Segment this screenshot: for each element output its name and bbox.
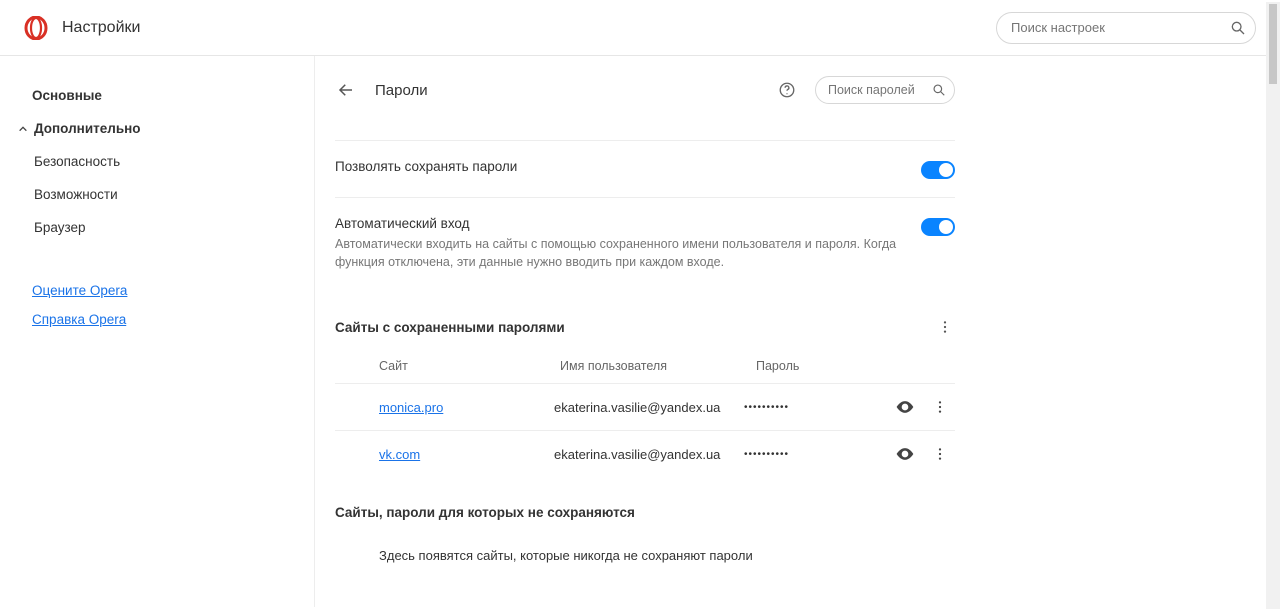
empty-message: Здесь появятся сайты, которые никогда не… [335,538,955,573]
section-title: Сайты с сохраненными паролями [335,320,565,335]
password-row: monica.pro ekaterina.vasilie@yandex.ua •… [335,383,955,430]
setting-title: Автоматический вход [335,216,901,231]
col-pass: Пароль [756,359,955,373]
reveal-password-button[interactable] [885,444,925,464]
reveal-password-button[interactable] [885,397,925,417]
sidebar-item-basic[interactable]: Основные [28,80,298,111]
section-menu-button[interactable] [935,317,955,337]
never-saved-section: Сайты, пароли для которых не сохраняются… [335,505,955,573]
password-masked: •••••••••• [744,402,885,413]
search-icon [1230,20,1246,36]
sidebar-item-label: Основные [32,88,102,103]
setting-save-passwords: Позволять сохранять пароли [335,140,955,197]
sidebar: Основные Дополнительно Безопасность Возм… [0,56,315,607]
topbar: Настройки [0,0,1280,56]
sidebar-item-label: Возможности [34,187,118,202]
search-icon [932,83,946,97]
password-masked: •••••••••• [744,449,885,460]
passwords-search[interactable] [815,76,955,104]
opera-logo-icon [24,16,48,40]
sidebar-item-label: Дополнительно [34,121,141,136]
setting-description: Автоматически входить на сайты с помощью… [335,235,901,271]
main-content: Пароли Позволять сохранять пароли [315,56,1280,607]
section-title: Сайты, пароли для которых не сохраняются [335,505,635,520]
col-user: Имя пользователя [560,359,750,373]
site-link[interactable]: monica.pro [379,400,443,415]
sidebar-item-advanced[interactable]: Дополнительно [28,113,298,144]
settings-search-input[interactable] [996,12,1256,44]
help-icon[interactable] [777,80,797,100]
toggle-save-passwords[interactable] [921,161,955,179]
username: ekaterina.vasilie@yandex.ua [554,400,744,415]
sidebar-link-help[interactable]: Справка Opera [28,310,298,329]
settings-search[interactable] [996,12,1256,44]
table-header: Сайт Имя пользователя Пароль [335,355,955,383]
saved-passwords-section: Сайты с сохраненными паролями Сайт Имя п… [335,317,955,477]
row-menu-button[interactable] [925,399,955,415]
page-header: Пароли [335,76,955,104]
sidebar-item-label: Браузер [34,220,86,235]
row-menu-button[interactable] [925,446,955,462]
sidebar-item-security[interactable]: Безопасность [28,146,298,177]
scrollbar-thumb[interactable] [1269,4,1277,84]
site-link[interactable]: vk.com [379,447,420,462]
password-row: vk.com ekaterina.vasilie@yandex.ua •••••… [335,430,955,477]
page-heading: Настройки [62,19,140,37]
col-site: Сайт [379,359,554,373]
setting-auto-signin: Автоматический вход Автоматически входит… [335,197,955,289]
sidebar-item-label: Безопасность [34,154,120,169]
scrollbar[interactable] [1266,2,1280,609]
username: ekaterina.vasilie@yandex.ua [554,447,744,462]
sidebar-link-rate[interactable]: Оцените Opera [28,281,298,300]
back-button[interactable] [335,79,357,101]
setting-title: Позволять сохранять пароли [335,159,901,174]
sidebar-item-browser[interactable]: Браузер [28,212,298,243]
toggle-auto-signin[interactable] [921,218,955,236]
page-title: Пароли [375,82,428,99]
chevron-up-icon [18,124,28,134]
sidebar-item-features[interactable]: Возможности [28,179,298,210]
